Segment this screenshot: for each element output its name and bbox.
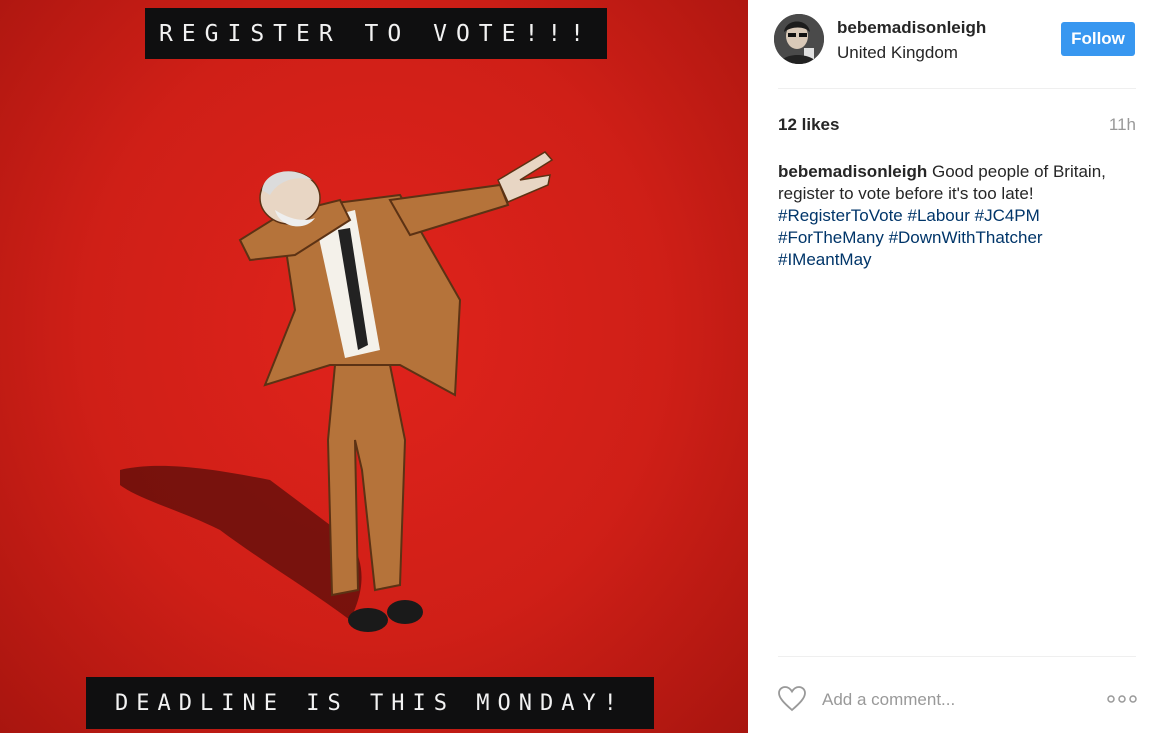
caption-username[interactable]: bebemadisonleigh — [778, 162, 927, 181]
caption: bebemadisonleigh Good people of Britain,… — [778, 161, 1140, 271]
comment-divider — [778, 656, 1136, 657]
dancing-man-illustration — [120, 151, 554, 632]
hashtag-link[interactable]: #Labour — [907, 206, 969, 225]
post-header: bebemadisonleigh United Kingdom Follow — [774, 14, 1138, 66]
header-divider — [778, 88, 1136, 89]
heart-icon[interactable] — [778, 686, 806, 712]
hashtag-link[interactable]: #JC4PM — [975, 206, 1040, 225]
likes-count[interactable]: 12 likes — [778, 115, 839, 135]
comment-row — [778, 684, 1138, 716]
post-sidebar: bebemadisonleigh United Kingdom Follow 1… — [748, 0, 1162, 733]
hashtag-link[interactable]: #RegisterToVote — [778, 206, 903, 225]
post-time[interactable]: 11h — [1109, 115, 1136, 135]
avatar[interactable] — [774, 14, 824, 64]
avatar-photo-icon — [774, 14, 824, 64]
username-link[interactable]: bebemadisonleigh — [837, 18, 986, 38]
hashtag-link[interactable]: #DownWithThatcher — [889, 228, 1043, 247]
post-image[interactable]: REGISTER TO VOTE!!! DEADLINE IS THIS MON… — [0, 0, 748, 733]
hashtag-link[interactable]: #ForTheMany — [778, 228, 884, 247]
top-banner: REGISTER TO VOTE!!! — [145, 8, 607, 59]
bottom-banner: DEADLINE IS THIS MONDAY! — [86, 677, 654, 729]
follow-button[interactable]: Follow — [1061, 22, 1135, 56]
more-options-icon[interactable] — [1106, 692, 1138, 706]
location-link[interactable]: United Kingdom — [837, 43, 958, 63]
hashtag-link[interactable]: #IMeantMay — [778, 250, 872, 269]
comment-input[interactable] — [820, 687, 1084, 713]
